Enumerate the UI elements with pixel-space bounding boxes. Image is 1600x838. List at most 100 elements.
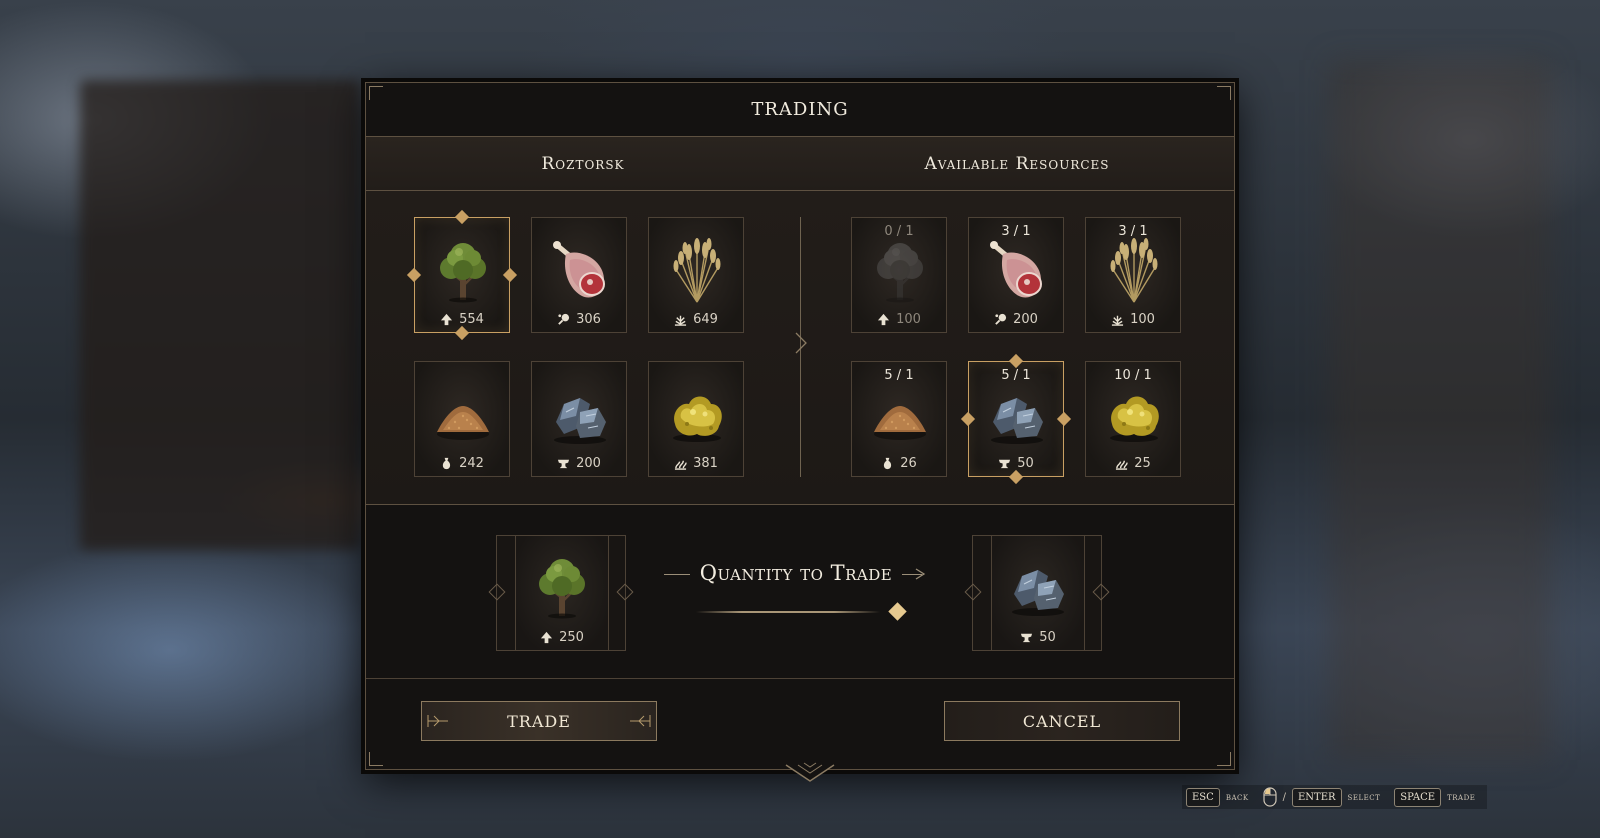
resource-count: 242: [415, 456, 509, 471]
resource-tile-tree[interactable]: 554: [406, 209, 518, 341]
resource-amount: 242: [459, 456, 484, 471]
esc-key[interactable]: ESC: [1186, 787, 1220, 807]
resource-tile-meat[interactable]: 3 / 1 200: [968, 217, 1064, 333]
sulfur-icon: [674, 457, 687, 470]
trade-to-inner: 50: [991, 536, 1085, 650]
exchange-ratio: 5 / 1: [884, 368, 914, 383]
arrow-right-icon: [915, 568, 926, 580]
resource-tile-stone-ore[interactable]: 5 / 1 50: [960, 353, 1072, 485]
corner-ornament: [369, 86, 383, 100]
resource-tile-sawdust[interactable]: 242: [414, 361, 510, 477]
tree-icon: [433, 238, 493, 306]
resource-amount: 26: [900, 456, 917, 471]
button-ornament-icon: [630, 715, 651, 727]
available-resources-header: Available Resources: [924, 153, 1110, 174]
resource-tile-meat[interactable]: 306: [531, 217, 627, 333]
resource-grids: 554 306 649 242 200 381 0 / 1 100 3 / 1 200 3 / 1…: [366, 191, 1234, 505]
meat-icon: [987, 238, 1047, 306]
resource-count: 100: [852, 312, 946, 327]
mouse-icon: [1263, 787, 1277, 807]
wheat-icon: [1104, 238, 1164, 306]
quantity-to-trade-label: Quantity to Trade: [699, 561, 893, 585]
resource-tile-wheat[interactable]: 3 / 1 100: [1085, 217, 1181, 333]
sawdust-icon: [870, 382, 930, 450]
resource-amount: 100: [896, 312, 921, 327]
stone-ore-icon: [550, 382, 610, 450]
resource-amount: 200: [1013, 312, 1038, 327]
exchange-ratio: 5 / 1: [1001, 368, 1031, 383]
dialog-title: TRADING: [366, 83, 1234, 137]
meat-small-icon: [557, 313, 570, 326]
resource-tile-tree[interactable]: 0 / 1 100: [851, 217, 947, 333]
quantity-slider-handle[interactable]: [888, 602, 907, 621]
resource-tile-stone-ore[interactable]: 200: [531, 361, 627, 477]
divider-arrow-icon: [795, 332, 807, 354]
wood-icon: [440, 313, 453, 326]
anvil-icon: [1020, 631, 1033, 644]
selection-diamond-marker: [406, 267, 422, 283]
hotkey-separator: /: [1282, 791, 1286, 803]
grain-icon: [1111, 313, 1124, 326]
resource-count: 200: [532, 456, 626, 471]
trade-from-inner: 250: [515, 536, 609, 650]
wood-icon: [540, 631, 553, 644]
exchange-ratio: 3 / 1: [1118, 224, 1148, 239]
resource-amount: 50: [1017, 456, 1034, 471]
resource-tile-gold-ore[interactable]: 381: [648, 361, 744, 477]
meat-icon: [550, 238, 610, 306]
resource-amount: 306: [576, 312, 601, 327]
settlement-resource-grid: 554 306 649 242 200 381: [406, 209, 744, 477]
trade-from-slot: 250: [488, 535, 634, 651]
bottom-ornament-icon: [785, 762, 835, 782]
trade-quantity-area: 250 Quantity to Trade 50: [366, 505, 1234, 679]
background-panel: [80, 80, 360, 550]
resource-amount: 381: [693, 456, 718, 471]
resource-count: 25: [1086, 456, 1180, 471]
button-ornament-icon: [427, 715, 448, 727]
resource-count: 381: [649, 456, 743, 471]
sawdust-icon: [433, 382, 493, 450]
enter-key[interactable]: ENTER: [1291, 787, 1342, 807]
select-label: select: [1347, 791, 1381, 803]
resource-count: 649: [649, 312, 743, 327]
selection-diamond-marker: [1056, 411, 1072, 427]
meat-small-icon: [994, 313, 1007, 326]
resource-tile-sawdust[interactable]: 5 / 1 26: [851, 361, 947, 477]
settlement-name-header: Roztorsk: [541, 153, 625, 174]
resource-count: 554: [415, 312, 509, 327]
resource-count: 100: [1086, 312, 1180, 327]
resource-count: 200: [969, 312, 1063, 327]
resource-amount: 200: [576, 456, 601, 471]
background-ui-blur: [1330, 60, 1550, 760]
tree-icon: [870, 238, 930, 306]
resource-tile-gold-ore[interactable]: 10 / 1 25: [1085, 361, 1181, 477]
selection-diamond-marker: [1008, 353, 1024, 369]
column-headers: Roztorsk Available Resources: [366, 137, 1234, 191]
quantity-slider-track[interactable]: [696, 611, 880, 613]
selection-diamond-marker: [454, 209, 470, 225]
trade-hotkey-label: trade: [1447, 791, 1476, 803]
selection-diamond-marker: [1008, 469, 1024, 485]
tree-icon: [532, 554, 592, 622]
resource-count: 50: [969, 456, 1063, 471]
trade-button-label: TRADE: [507, 711, 571, 731]
exchange-ratio: 0 / 1: [884, 224, 914, 239]
corner-ornament: [1217, 86, 1231, 100]
sack-icon: [440, 457, 453, 470]
resource-amount: 100: [1130, 312, 1155, 327]
back-label: back: [1225, 791, 1249, 803]
trade-to-count: 50: [992, 630, 1084, 645]
anvil-icon: [557, 457, 570, 470]
selection-diamond-marker: [502, 267, 518, 283]
gold-ore-icon: [667, 382, 727, 450]
cancel-button[interactable]: CANCEL: [944, 701, 1180, 741]
slot-diamond-ornament: [616, 583, 634, 601]
cancel-button-label: CANCEL: [1022, 711, 1102, 731]
trade-button[interactable]: TRADE: [421, 701, 657, 741]
wheat-icon: [667, 238, 727, 306]
anvil-icon: [998, 457, 1011, 470]
resource-tile-wheat[interactable]: 649: [648, 217, 744, 333]
slot-diamond-ornament: [488, 583, 506, 601]
available-resource-grid: 0 / 1 100 3 / 1 200 3 / 1 100 5 / 1 26 5 / 1 50 10…: [851, 217, 1181, 485]
space-key[interactable]: SPACE: [1394, 787, 1442, 807]
